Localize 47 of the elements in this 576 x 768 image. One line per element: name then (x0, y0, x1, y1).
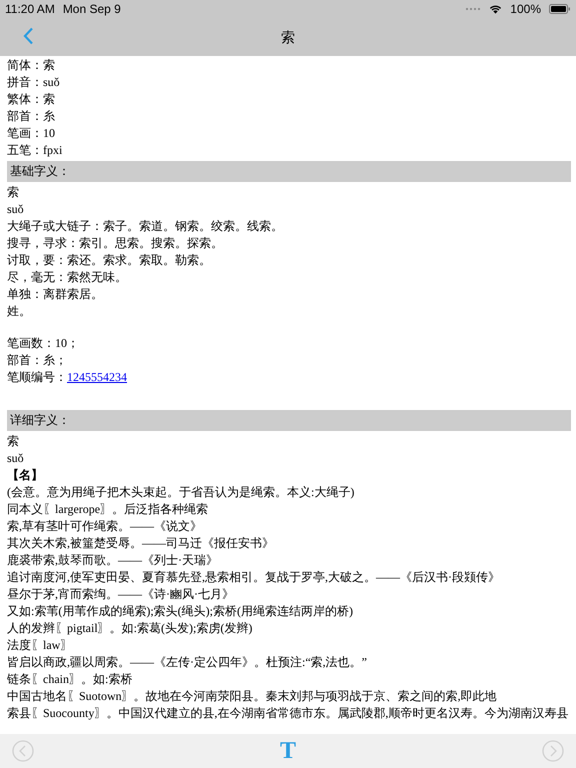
definition-line: 索 (7, 433, 19, 450)
definition-line: 又如:索苇(用苇作成的绳索);索头(绳头);索桥(用绳索连结两岸的桥) (7, 603, 353, 620)
definition-line: 昼尔于茅,宵而索绹。——《诗·豳风·七月》 (7, 586, 234, 603)
definition-line: 其次关木索,被箠楚受辱。——司马迁《报任安书》 (7, 535, 274, 552)
definition-line: 链条〖chain〗。如:索桥 (7, 671, 132, 688)
definition-line: suǒ (7, 450, 24, 467)
section-header: 详细字义： (7, 410, 571, 431)
nav-title: 索 (281, 28, 295, 46)
definition-line: 人的发辫〖pigtail〗。如:索葛(头发);索虏(发辫) (7, 620, 252, 637)
info-line: 笔画：10 (7, 125, 55, 142)
definition-line: 皆启以商政,疆以周索。——《左传·定公四年》。杜预注:“索,法也。” (7, 654, 367, 671)
definition-line: 鹿裘带索,鼓琴而歌。——《列士·天瑞》 (7, 552, 218, 569)
definition-line: 同本义〖largerope〗。后泛指各种绳索 (7, 501, 208, 518)
info-line: 简体：索 (7, 57, 55, 74)
chevron-right-circle-icon (542, 740, 564, 762)
definition-line: 中国古地名〖Suotown〗。故地在今河南荥阳县。秦末刘邦与项羽战于京、索之间的索,即此地 (7, 688, 497, 705)
info-line: 拼音：suǒ (7, 74, 60, 91)
info-line: 部首：糸 (7, 108, 55, 125)
stroke-info-line: 部首：糸； (7, 352, 67, 369)
status-date: Mon Sep 9 (62, 1, 121, 18)
definition-line: 索 (7, 184, 19, 201)
definition-line: 追讨南度河,使军吏田晏、夏育慕先登,悬索相引。复战于罗亭,大破之。——《后汉书·段颎传》 (7, 569, 500, 586)
info-line: 五笔：fpxi (7, 142, 62, 159)
info-line: 繁体：索 (7, 91, 55, 108)
definition-line: (会意。意为用绳子把木头束起。于省吾认为是绳索。本义:大绳子) (7, 484, 354, 501)
definition-line: 索,草有茎叶可作绳索。——《说文》 (7, 518, 202, 535)
definition-line: 姓。 (7, 303, 31, 320)
stroke-label: 笔顺编号： (7, 369, 67, 386)
part-of-speech: 【名】 (7, 467, 43, 484)
definition-line: suǒ (7, 201, 24, 218)
stroke-info-line: 笔画数：10； (7, 335, 79, 352)
chevron-left-circle-icon (12, 740, 34, 762)
definition-line: 法度〖law〗 (7, 637, 72, 654)
definition-line: 搜寻，寻求：索引。思索。搜索。探索。 (7, 235, 223, 252)
definition-line: 单独：离群索居。 (7, 286, 103, 303)
definition-line: 尽，毫无：索然无味。 (7, 269, 127, 286)
status-time: 11:20 AM (5, 1, 55, 18)
definition-line: 索县〖Suocounty〗。中国汉代建立的县,在今湖南省常德市东。属武陵郡,顺帝时更名汉寿。今为湖南汉寿县 (7, 705, 568, 722)
stroke-order-link[interactable]: 1245554234 (67, 369, 127, 386)
signal-dots-icon (465, 7, 482, 11)
section-header: 基础字义： (7, 161, 571, 182)
battery-percent: 100% (510, 1, 541, 18)
chevron-left-icon (22, 27, 34, 45)
definition-line: 讨取，要：索还。索求。索取。勒索。 (7, 252, 211, 269)
battery-icon (549, 4, 571, 14)
definition-line: 大绳子或大链子：索子。索道。钢索。绞索。线索。 (7, 218, 283, 235)
wifi-icon (489, 4, 502, 14)
